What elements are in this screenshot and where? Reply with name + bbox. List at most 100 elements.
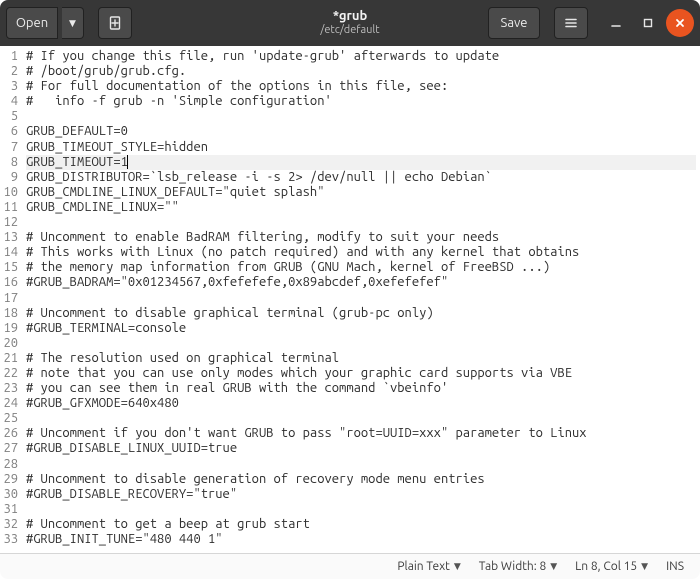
code-line[interactable] [26,457,696,472]
chevron-down-icon: ▼ [69,18,76,29]
line-number: 25 [2,411,18,426]
line-number: 31 [2,502,18,517]
cursor-position-selector[interactable]: Ln 8, Col 15 ▼ [569,560,654,573]
hamburger-menu-button[interactable] [554,7,588,39]
code-line[interactable]: # the memory map information from GRUB (… [26,260,696,275]
code-line[interactable]: # info -f grub -n 'Simple configuration' [26,94,696,109]
maximize-button[interactable] [634,9,662,37]
close-icon [674,17,686,29]
line-number: 22 [2,366,18,381]
line-number: 1 [2,49,18,64]
cursor-position-label: Ln 8, Col 15 [575,560,637,573]
line-number: 26 [2,426,18,441]
line-number: 14 [2,245,18,260]
tab-width-selector[interactable]: Tab Width: 8 ▼ [473,560,563,573]
code-line[interactable]: # you can see them in real GRUB with the… [26,381,696,396]
tab-width-label: Tab Width: 8 [479,560,546,573]
close-button[interactable] [666,9,694,37]
line-number: 23 [2,381,18,396]
code-line[interactable]: # Uncomment to enable BadRAM filtering, … [26,230,696,245]
code-line[interactable]: # Uncomment to get a beep at grub start [26,517,696,532]
headerbar-left: Open ▼ [6,7,132,39]
code-line[interactable]: GRUB_CMDLINE_LINUX="" [26,200,696,215]
chevron-down-icon: ▼ [550,561,557,572]
line-number: 20 [2,336,18,351]
insert-mode-label: INS [666,560,684,573]
code-area[interactable]: # If you change this file, run 'update-g… [22,46,700,553]
line-number: 18 [2,306,18,321]
maximize-icon [642,17,654,29]
editor-window: Open ▼ *grub /etc/default Save [0,0,700,579]
headerbar-right: Save [488,7,694,39]
code-line[interactable]: # For full documentation of the options … [26,79,696,94]
save-button-label: Save [501,16,528,30]
code-line[interactable] [26,411,696,426]
minimize-icon [610,17,622,29]
line-number-gutter: 1234567891011121314151617181920212223242… [0,46,22,553]
code-line[interactable]: #GRUB_TERMINAL=console [26,321,696,336]
line-number: 9 [2,170,18,185]
code-line[interactable]: # This works with Linux (no patch requir… [26,245,696,260]
code-line[interactable]: GRUB_TIMEOUT=1 [26,155,696,170]
code-line[interactable]: #GRUB_BADRAM="0x01234567,0xfefefefe,0x89… [26,275,696,290]
line-number: 5 [2,109,18,124]
line-number: 33 [2,532,18,547]
hamburger-icon [563,15,579,31]
line-number: 4 [2,94,18,109]
code-line[interactable]: # /boot/grub/grub.cfg. [26,64,696,79]
line-number: 10 [2,185,18,200]
open-button[interactable]: Open [6,7,58,39]
line-number: 30 [2,487,18,502]
line-number: 24 [2,396,18,411]
code-line[interactable]: # The resolution used on graphical termi… [26,351,696,366]
line-number: 2 [2,64,18,79]
code-line[interactable]: #GRUB_DISABLE_LINUX_UUID=true [26,441,696,456]
code-line[interactable]: # Uncomment if you don't want GRUB to pa… [26,426,696,441]
line-number: 32 [2,517,18,532]
code-line[interactable] [26,291,696,306]
text-caret [127,155,128,169]
code-line[interactable]: # If you change this file, run 'update-g… [26,49,696,64]
save-button[interactable]: Save [488,7,540,39]
code-line[interactable] [26,502,696,517]
line-number: 19 [2,321,18,336]
new-document-icon [107,15,123,31]
code-line[interactable]: # Uncomment to disable graphical termina… [26,306,696,321]
text-editor[interactable]: 1234567891011121314151617181920212223242… [0,46,700,553]
line-number: 7 [2,140,18,155]
statusbar: Plain Text ▼ Tab Width: 8 ▼ Ln 8, Col 15… [0,553,700,579]
line-number: 13 [2,230,18,245]
line-number: 15 [2,260,18,275]
line-number: 6 [2,124,18,139]
line-number: 28 [2,457,18,472]
syntax-mode-selector[interactable]: Plain Text ▼ [391,560,466,573]
line-number: 29 [2,472,18,487]
code-line[interactable]: #GRUB_INIT_TUNE="480 440 1" [26,532,696,547]
line-number: 11 [2,200,18,215]
chevron-down-icon: ▼ [641,561,648,572]
line-number: 12 [2,215,18,230]
code-line[interactable] [26,109,696,124]
code-line[interactable]: GRUB_DISTRIBUTOR=`lsb_release -i -s 2> /… [26,170,696,185]
syntax-mode-label: Plain Text [397,560,450,573]
code-line[interactable]: # note that you can use only modes which… [26,366,696,381]
document-path: /etc/default [320,24,379,37]
code-line[interactable]: GRUB_DEFAULT=0 [26,124,696,139]
open-recent-dropdown[interactable]: ▼ [62,7,84,39]
line-number: 3 [2,79,18,94]
line-number: 17 [2,291,18,306]
insert-mode-indicator[interactable]: INS [660,560,690,573]
line-number: 27 [2,441,18,456]
minimize-button[interactable] [602,9,630,37]
headerbar: Open ▼ *grub /etc/default Save [0,0,700,46]
open-button-label: Open [16,16,48,30]
new-tab-button[interactable] [98,7,132,39]
code-line[interactable]: #GRUB_GFXMODE=640x480 [26,396,696,411]
code-line[interactable] [26,336,696,351]
code-line[interactable] [26,215,696,230]
code-line[interactable]: GRUB_TIMEOUT_STYLE=hidden [26,140,696,155]
line-number: 21 [2,351,18,366]
code-line[interactable]: #GRUB_DISABLE_RECOVERY="true" [26,487,696,502]
code-line[interactable]: GRUB_CMDLINE_LINUX_DEFAULT="quiet splash… [26,185,696,200]
code-line[interactable]: # Uncomment to disable generation of rec… [26,472,696,487]
